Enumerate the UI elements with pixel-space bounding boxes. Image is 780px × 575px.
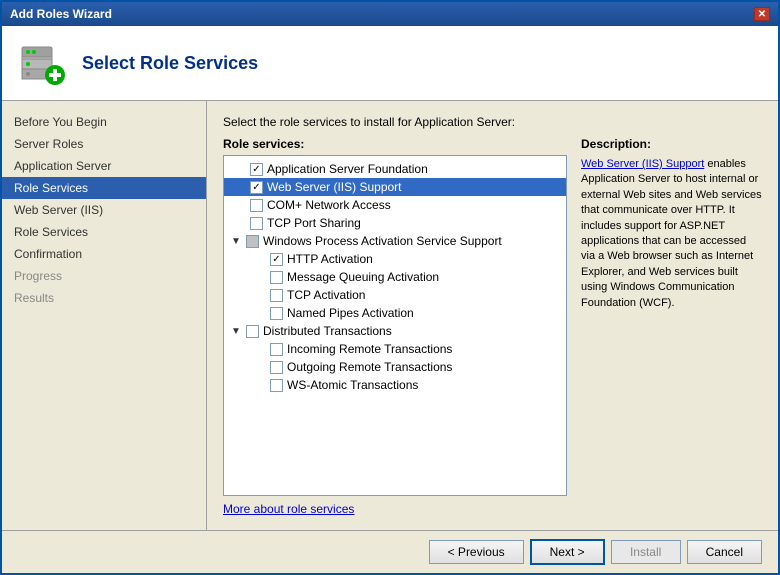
sidebar-item-role-services[interactable]: Role Services xyxy=(2,177,206,199)
header-area: Select Role Services xyxy=(2,26,778,101)
label-named-pipes: Named Pipes Activation xyxy=(287,306,414,320)
tree-item-incoming-remote[interactable]: Incoming Remote Transactions xyxy=(224,340,566,358)
expander-wpas[interactable]: ▼ xyxy=(228,233,244,249)
expander-2 xyxy=(232,197,248,213)
header-icon xyxy=(18,39,66,87)
page-title: Select Role Services xyxy=(82,53,258,74)
footer: < Previous Next > Install Cancel xyxy=(2,530,778,573)
tree-panel[interactable]: ✓ Application Server Foundation ✓ Web Se… xyxy=(223,155,567,496)
tree-item-tcp-activation[interactable]: TCP Activation xyxy=(224,286,566,304)
label-http-activation: HTTP Activation xyxy=(287,252,373,266)
sidebar-item-server-roles[interactable]: Server Roles xyxy=(2,133,206,155)
label-outgoing-remote: Outgoing Remote Transactions xyxy=(287,360,452,374)
expander-np xyxy=(252,305,268,321)
sidebar-item-confirmation[interactable]: Confirmation xyxy=(2,243,206,265)
next-button[interactable]: Next > xyxy=(530,539,605,565)
left-column: Role services: ✓ Application Server Foun… xyxy=(223,137,567,516)
sidebar-item-role-services-2[interactable]: Role Services xyxy=(2,221,206,243)
checkbox-message-queuing[interactable] xyxy=(270,271,283,284)
description-body: enables Application Server to host inter… xyxy=(581,158,762,309)
sidebar-item-results: Results xyxy=(2,287,206,309)
checkbox-tcp-activation[interactable] xyxy=(270,289,283,302)
main-window: Add Roles Wizard ✕ S xyxy=(0,0,780,575)
label-incoming-remote: Incoming Remote Transactions xyxy=(287,342,452,356)
content-area: Select the role services to install for … xyxy=(207,101,778,530)
tree-item-web-server-iis-support[interactable]: ✓ Web Server (IIS) Support xyxy=(224,178,566,196)
expander-dtx[interactable]: ▼ xyxy=(228,323,244,339)
expander-wsa xyxy=(252,377,268,393)
label-tcp-activation: TCP Activation xyxy=(287,288,365,302)
tree-item-outgoing-remote[interactable]: Outgoing Remote Transactions xyxy=(224,358,566,376)
label-com-network: COM+ Network Access xyxy=(267,198,391,212)
sidebar-item-web-server-iis[interactable]: Web Server (IIS) xyxy=(2,199,206,221)
checkbox-app-server-foundation[interactable]: ✓ xyxy=(250,163,263,176)
description-title: Description: xyxy=(581,137,762,151)
server-plus-icon xyxy=(18,39,66,87)
description-panel: Description: Web Server (IIS) Support en… xyxy=(567,137,762,516)
expander-tcp xyxy=(252,287,268,303)
close-button[interactable]: ✕ xyxy=(754,7,770,21)
expander-ir xyxy=(252,341,268,357)
tree-item-tcp-port-sharing[interactable]: TCP Port Sharing xyxy=(224,214,566,232)
install-button[interactable]: Install xyxy=(611,540,681,564)
checkbox-ws-atomic[interactable] xyxy=(270,379,283,392)
checkbox-com-network[interactable] xyxy=(250,199,263,212)
label-distributed-tx: Distributed Transactions xyxy=(263,324,392,338)
more-about-role-services-link[interactable]: More about role services xyxy=(223,502,354,516)
label-tcp-port-sharing: TCP Port Sharing xyxy=(267,216,361,230)
sidebar-item-before-you-begin[interactable]: Before You Begin xyxy=(2,111,206,133)
titlebar-left: Add Roles Wizard xyxy=(10,7,112,21)
checkbox-tcp-port-sharing[interactable] xyxy=(250,217,263,230)
instruction-text: Select the role services to install for … xyxy=(223,115,762,129)
label-web-server-iis-support: Web Server (IIS) Support xyxy=(267,180,402,194)
tree-item-ws-atomic[interactable]: WS-Atomic Transactions xyxy=(224,376,566,394)
cancel-button[interactable]: Cancel xyxy=(687,540,762,564)
tree-item-http-activation[interactable]: ✓ HTTP Activation xyxy=(224,250,566,268)
main-right: Role services: ✓ Application Server Foun… xyxy=(223,137,762,516)
main-content: Before You Begin Server Roles Applicatio… xyxy=(2,101,778,530)
checkbox-wpas[interactable] xyxy=(246,235,259,248)
titlebar-title: Add Roles Wizard xyxy=(10,7,112,21)
expander-or xyxy=(252,359,268,375)
label-wpas: Windows Process Activation Service Suppo… xyxy=(263,234,502,248)
role-services-label: Role services: xyxy=(223,137,567,151)
expander-http xyxy=(252,251,268,267)
description-link[interactable]: Web Server (IIS) Support xyxy=(581,158,704,170)
expander-1 xyxy=(232,179,248,195)
expander-0 xyxy=(232,161,248,177)
label-app-server-foundation: Application Server Foundation xyxy=(267,162,428,176)
tree-item-com-network[interactable]: COM+ Network Access xyxy=(224,196,566,214)
checkbox-distributed-tx[interactable] xyxy=(246,325,259,338)
checkbox-web-server-iis-support[interactable]: ✓ xyxy=(250,181,263,194)
sidebar-item-progress: Progress xyxy=(2,265,206,287)
titlebar: Add Roles Wizard ✕ xyxy=(2,2,778,26)
sidebar: Before You Begin Server Roles Applicatio… xyxy=(2,101,207,530)
checkbox-outgoing-remote[interactable] xyxy=(270,361,283,374)
tree-item-named-pipes[interactable]: Named Pipes Activation xyxy=(224,304,566,322)
checkbox-incoming-remote[interactable] xyxy=(270,343,283,356)
previous-button[interactable]: < Previous xyxy=(429,540,524,564)
label-ws-atomic: WS-Atomic Transactions xyxy=(287,378,418,392)
description-text: Web Server (IIS) Support enables Applica… xyxy=(581,157,762,311)
tree-item-app-server-foundation[interactable]: ✓ Application Server Foundation xyxy=(224,160,566,178)
label-message-queuing: Message Queuing Activation xyxy=(287,270,439,284)
tree-item-wpas[interactable]: ▼ Windows Process Activation Service Sup… xyxy=(224,232,566,250)
checkbox-named-pipes[interactable] xyxy=(270,307,283,320)
tree-item-message-queuing[interactable]: Message Queuing Activation xyxy=(224,268,566,286)
expander-3 xyxy=(232,215,248,231)
tree-item-distributed-tx[interactable]: ▼ Distributed Transactions xyxy=(224,322,566,340)
checkbox-http-activation[interactable]: ✓ xyxy=(270,253,283,266)
expander-mq xyxy=(252,269,268,285)
more-link-area: More about role services xyxy=(223,502,567,516)
sidebar-item-application-server[interactable]: Application Server xyxy=(2,155,206,177)
